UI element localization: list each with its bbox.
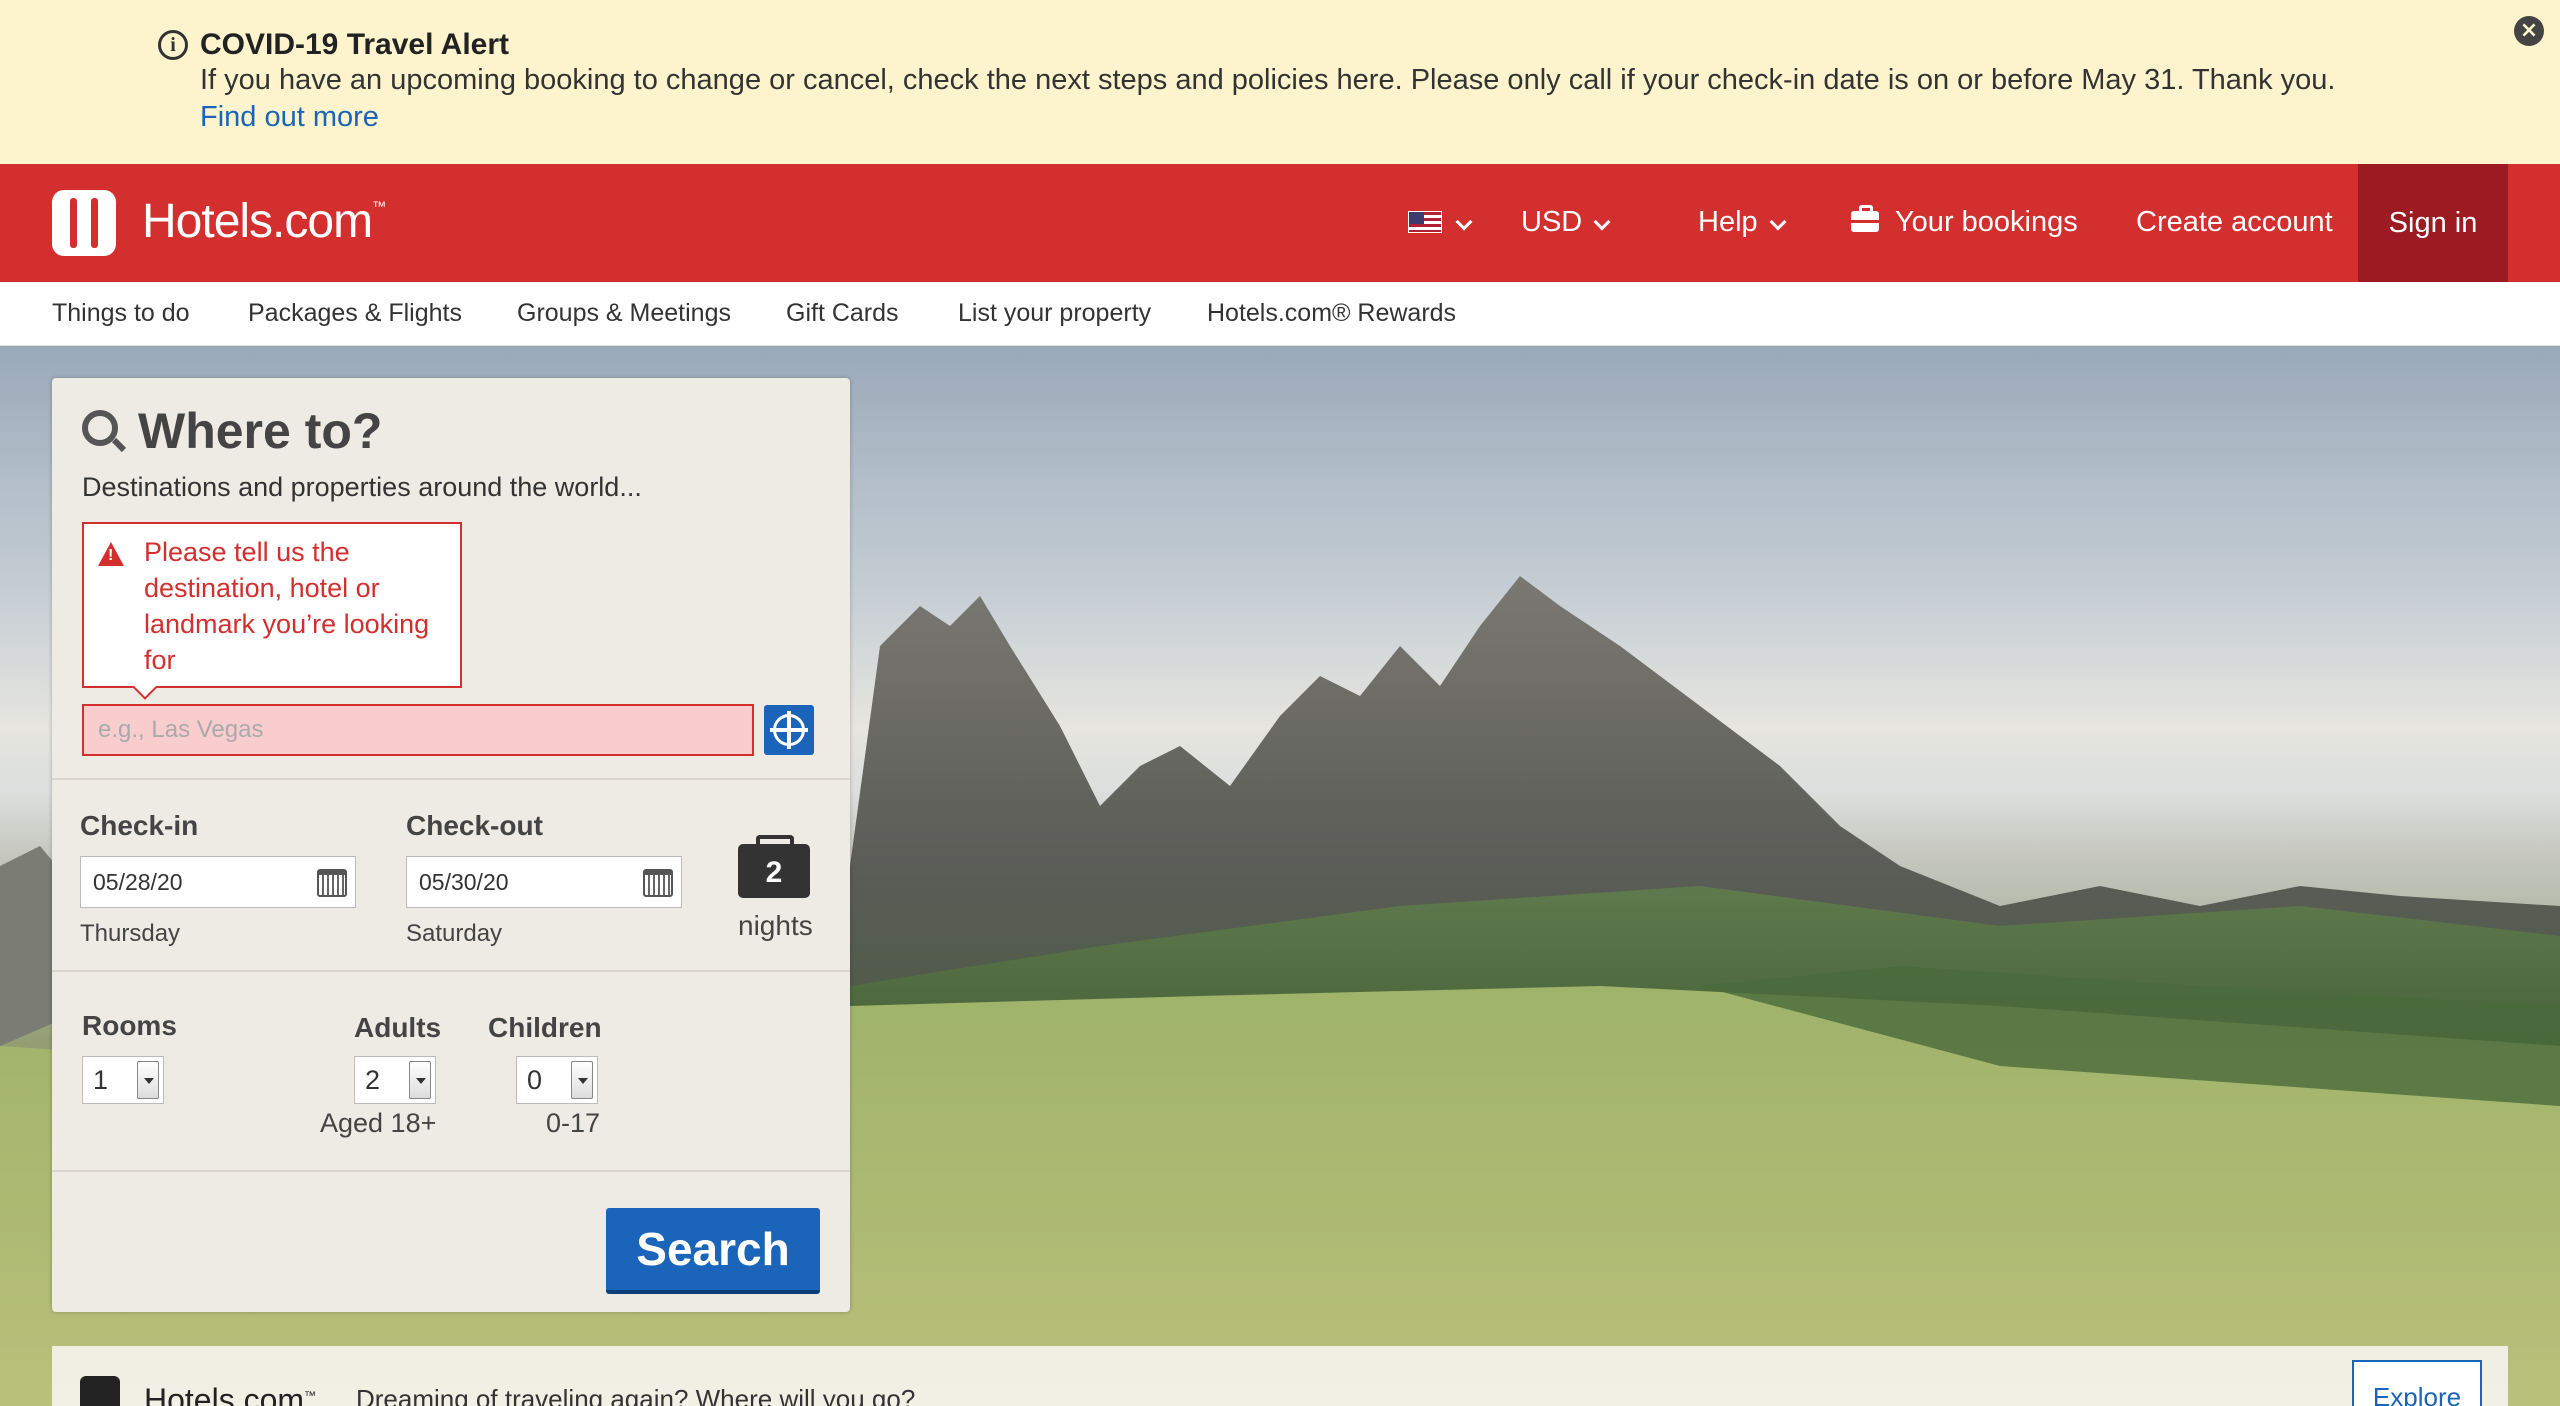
chevron-down-icon <box>1769 213 1787 231</box>
banner-logo: Hotels.com™ <box>144 1382 317 1406</box>
hotels-logo-icon[interactable] <box>52 190 116 256</box>
divider <box>52 970 850 972</box>
chevron-down-icon <box>1593 213 1611 231</box>
secondary-nav: Things to do Packages & Flights Groups &… <box>0 282 2560 346</box>
search-title: Where to? <box>138 403 383 459</box>
covid-alert-banner: i COVID-19 Travel Alert If you have an u… <box>0 0 2560 164</box>
checkin-date-value: 05/28/20 <box>93 869 183 895</box>
subnav-groups-meetings[interactable]: Groups & Meetings <box>517 299 731 328</box>
search-subtitle: Destinations and properties around the w… <box>82 472 642 502</box>
adults-label: Adults <box>354 1012 442 1043</box>
alert-body: If you have an upcoming booking to chang… <box>200 64 2336 96</box>
us-flag-icon[interactable] <box>1408 211 1442 233</box>
checkin-day: Thursday <box>80 920 181 947</box>
rooms-label: Rooms <box>82 1010 177 1041</box>
destination-input[interactable] <box>82 704 754 756</box>
calendar-icon[interactable] <box>317 869 347 897</box>
children-select[interactable]: 0 <box>516 1056 598 1104</box>
dream-travel-banner: Hotels.com™ Dreaming of traveling again?… <box>52 1346 2508 1406</box>
error-message: Please tell us the destination, hotel or… <box>144 537 430 675</box>
checkout-label: Check-out <box>406 810 543 841</box>
rooms-select[interactable]: 1 <box>82 1056 164 1104</box>
subnav-packages-flights[interactable]: Packages & Flights <box>248 299 462 328</box>
checkout-date-value: 05/30/20 <box>419 869 509 895</box>
search-button[interactable]: Search <box>606 1208 820 1294</box>
divider <box>52 1170 850 1172</box>
divider <box>52 778 850 780</box>
destination-error-tooltip: ! Please tell us the destination, hotel … <box>82 522 462 688</box>
subnav-gift-cards[interactable]: Gift Cards <box>786 299 899 328</box>
info-icon: i <box>158 30 188 60</box>
alert-title: COVID-19 Travel Alert <box>200 28 510 61</box>
your-bookings-link[interactable]: Your bookings <box>1895 206 2078 239</box>
dropdown-arrow-icon <box>409 1061 431 1099</box>
crosshair-icon <box>770 728 808 732</box>
site-header: Hotels.com™ USD Help Your bookings Creat… <box>0 164 2560 282</box>
calendar-icon[interactable] <box>643 869 673 897</box>
subnav-rewards[interactable]: Hotels.com® Rewards <box>1207 299 1456 328</box>
chevron-down-icon <box>1455 213 1473 231</box>
close-icon[interactable]: × <box>2514 16 2544 46</box>
adults-select[interactable]: 2 <box>354 1056 436 1104</box>
explore-button[interactable]: Explore <box>2352 1360 2482 1406</box>
site-logo[interactable]: Hotels.com™ <box>142 194 386 249</box>
checkout-date-input[interactable]: 05/30/20 <box>406 856 682 908</box>
create-account-link[interactable]: Create account <box>2136 206 2333 239</box>
checkin-label: Check-in <box>80 810 199 841</box>
subnav-list-property[interactable]: List your property <box>958 299 1151 328</box>
dropdown-arrow-icon <box>137 1061 159 1099</box>
hotel-search-panel: Where to? Destinations and properties ar… <box>52 378 850 1312</box>
currency-selector[interactable]: USD <box>1521 206 1582 239</box>
warning-icon: ! <box>98 542 124 566</box>
banner-text: Dreaming of traveling again? Where will … <box>356 1384 916 1406</box>
adults-age-note: Aged 18+ <box>320 1108 437 1138</box>
checkout-day: Saturday <box>406 920 503 947</box>
find-out-more-link[interactable]: Find out more <box>200 101 379 134</box>
subnav-things-to-do[interactable]: Things to do <box>52 299 190 328</box>
briefcase-icon <box>1851 205 1879 232</box>
children-age-note: 0-17 <box>546 1108 601 1138</box>
dropdown-arrow-icon <box>571 1061 593 1099</box>
children-value: 0 <box>527 1065 543 1095</box>
children-label: Children <box>488 1012 602 1043</box>
adults-value: 2 <box>365 1065 381 1095</box>
search-icon <box>82 410 118 446</box>
nights-label: nights <box>738 910 813 941</box>
nights-count-icon: 2 <box>738 835 810 898</box>
rooms-value: 1 <box>93 1065 109 1095</box>
help-menu[interactable]: Help <box>1698 206 1758 239</box>
sign-in-button[interactable]: Sign in <box>2358 164 2508 282</box>
locate-me-button[interactable] <box>764 705 814 755</box>
hotels-logo-icon <box>80 1376 120 1406</box>
checkin-date-input[interactable]: 05/28/20 <box>80 856 356 908</box>
